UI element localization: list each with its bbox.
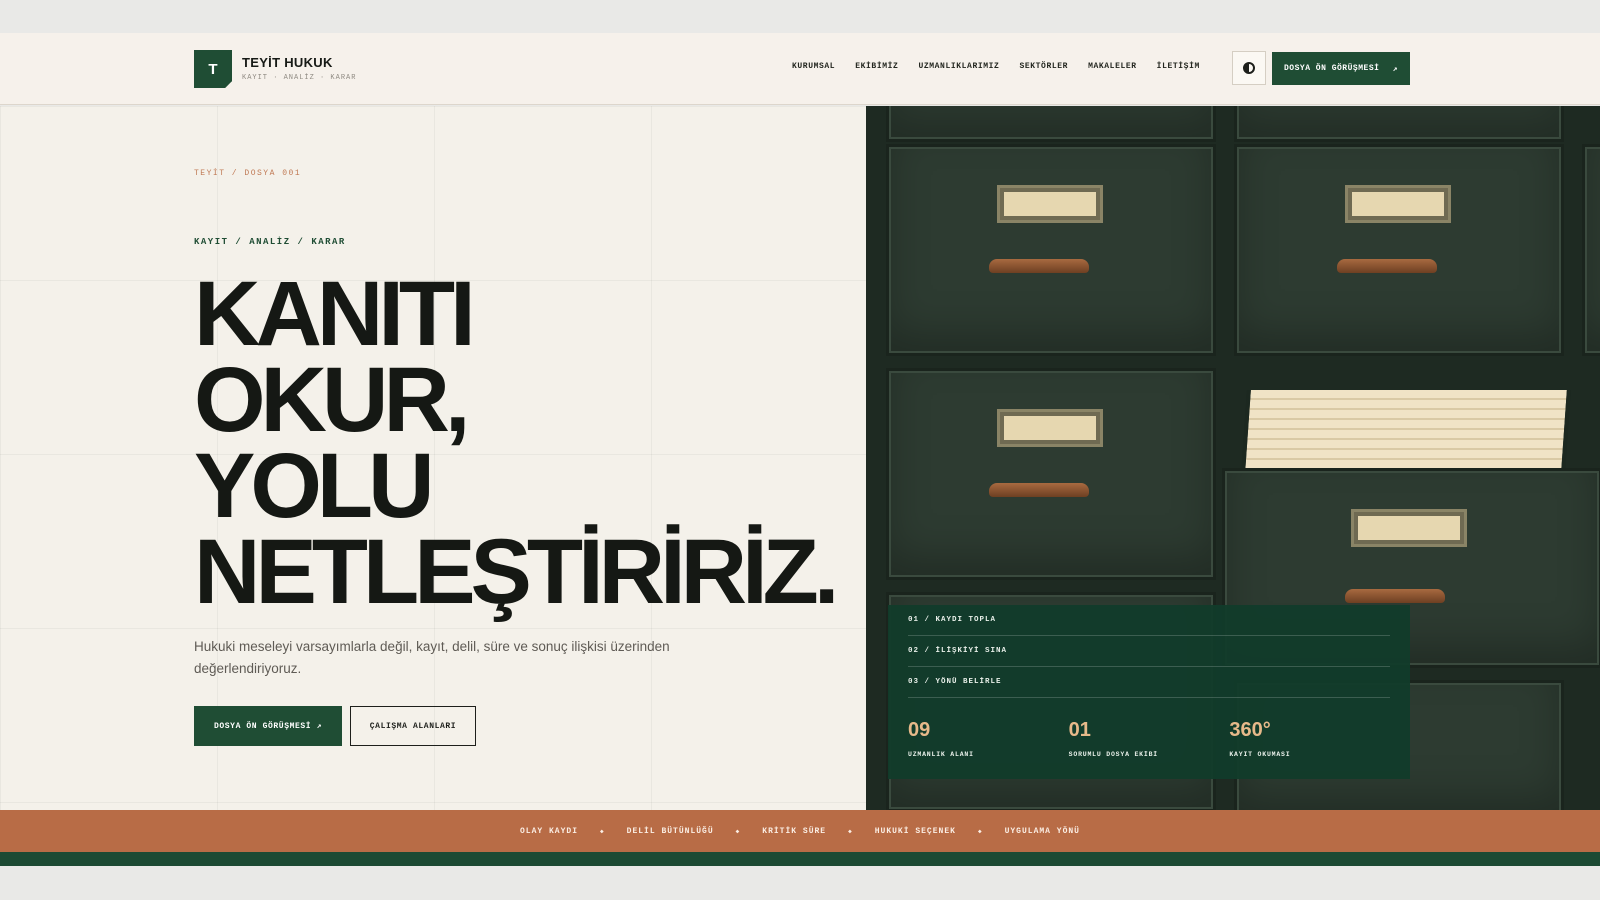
nav-item-iletisim[interactable]: İLETİŞİM [1157, 62, 1200, 71]
header-cta-button[interactable]: DOSYA ÖN GÖRÜŞMESİ ↗ [1272, 52, 1410, 85]
header-cta-label: DOSYA ÖN GÖRÜŞMESİ [1284, 64, 1380, 73]
stat-value: 360° [1229, 719, 1271, 741]
headline-line-4: NETLEŞTİRİRİZ. [194, 521, 839, 623]
logo-mark[interactable]: T [194, 50, 232, 88]
stat-value: 01 [1068, 719, 1091, 741]
stat-label: UZMANLIK ALANI [908, 751, 974, 758]
arrow-up-right-icon: ↗ [1392, 64, 1398, 74]
nav-item-ekibimiz[interactable]: EKİBİMİZ [855, 62, 898, 71]
diamond-separator-icon: ◆ [600, 827, 605, 835]
process-step: 02 / İLİŞKİYİ SINA [908, 636, 1390, 667]
ribbon-item: OLAY KAYDI [520, 826, 579, 836]
stat-item: 360° KAYIT OKUMASI [1229, 719, 1390, 758]
hero-section: TEYİT / DOSYA 001 KAYIT / ANALİZ / KARAR… [0, 106, 866, 810]
breadcrumb: TEYİT / DOSYA 001 [194, 169, 302, 178]
consultation-button[interactable]: DOSYA ÖN GÖRÜŞMESİ ↗ [194, 706, 342, 746]
open-drawer-files [1241, 390, 1571, 472]
stat-value: 09 [908, 719, 931, 741]
hero-eyebrow: KAYIT / ANALİZ / KARAR [194, 237, 346, 247]
drawer-handle [1345, 589, 1445, 603]
ribbon-item: KRİTİK SÜRE [762, 826, 827, 836]
stat-item: 01 SORUMLU DOSYA EKİBİ [1069, 719, 1230, 758]
process-step: 03 / YÖNÜ BELİRLE [908, 667, 1390, 698]
nav-item-sektorler[interactable]: SEKTÖRLER [1019, 62, 1068, 71]
main-nav: KURUMSAL EKİBİMİZ UZMANLIKLARIMIZ SEKTÖR… [792, 62, 1200, 71]
contrast-icon [1243, 62, 1255, 74]
cabinet-drawer [1582, 144, 1600, 356]
headline-line-3: YOLU [194, 435, 435, 537]
label-plate [1345, 185, 1451, 223]
stat-item: 09 UZMANLIK ALANI [908, 719, 1069, 758]
ribbon-item: DELİL BÜTÜNLÜĞÜ [626, 826, 714, 836]
nav-item-uzmanliklarimiz[interactable]: UZMANLIKLARIMIZ [918, 62, 999, 71]
keyword-ribbon: OLAY KAYDI ◆ DELİL BÜTÜNLÜĞÜ ◆ KRİTİK SÜ… [0, 810, 1600, 852]
footer-strip [0, 852, 1600, 866]
label-plate [997, 185, 1103, 223]
diamond-separator-icon: ◆ [848, 827, 853, 835]
label-plate [1351, 509, 1467, 547]
stats-row: 09 UZMANLIK ALANI 01 SORUMLU DOSYA EKİBİ… [908, 719, 1390, 758]
practice-areas-button[interactable]: ÇALIŞMA ALANLARI [350, 706, 476, 746]
hero-lead-text: Hukuki meseleyi varsayımlarla değil, kay… [194, 639, 670, 676]
nav-item-kurumsal[interactable]: KURUMSAL [792, 62, 835, 71]
headline-line-1: KANITI [194, 263, 476, 365]
process-card: 01 / KAYDI TOPLA 02 / İLİŞKİYİ SINA 03 /… [888, 605, 1410, 779]
cabinet-drawer [1234, 106, 1564, 142]
drawer-handle [1337, 259, 1437, 273]
ribbon-item: UYGULAMA YÖNÜ [1004, 826, 1080, 836]
stat-label: SORUMLU DOSYA EKİBİ [1068, 751, 1158, 758]
nav-item-makaleler[interactable]: MAKALELER [1088, 62, 1137, 71]
headline-line-2: OKUR, [194, 349, 470, 451]
ribbon-item: HUKUKİ SEÇENEK [874, 826, 956, 836]
site-header: T TEYİT HUKUK KAYIT · ANALİZ · KARAR KUR… [0, 33, 1600, 105]
diamond-separator-icon: ◆ [735, 827, 741, 835]
hero-headline: KANITI OKUR, YOLU NETLEŞTİRİRİZ. [194, 263, 1094, 623]
diamond-separator-icon: ◆ [977, 827, 983, 835]
cabinet-drawer [1234, 144, 1564, 356]
process-step: 01 / KAYDI TOPLA [908, 605, 1390, 636]
brand-tagline: KAYIT · ANALİZ · KARAR [242, 74, 357, 82]
cabinet-drawer [886, 106, 1216, 142]
theme-toggle-button[interactable] [1232, 51, 1266, 85]
brand-name[interactable]: TEYİT HUKUK [242, 55, 333, 70]
stat-label: KAYIT OKUMASI [1229, 751, 1291, 758]
